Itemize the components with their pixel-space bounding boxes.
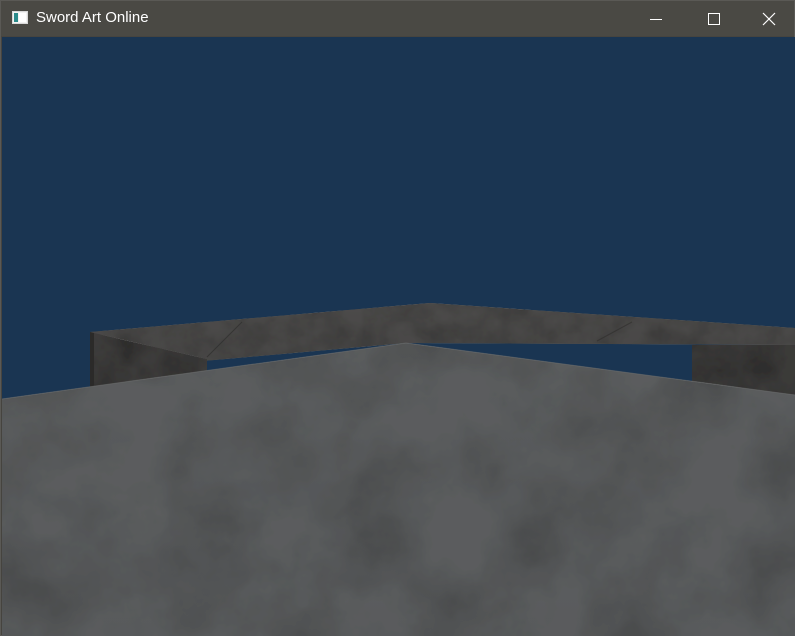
- close-icon: [762, 12, 775, 25]
- window-title: Sword Art Online: [36, 9, 149, 26]
- 3d-scene: [2, 37, 795, 636]
- minimize-button[interactable]: [627, 1, 685, 36]
- maximize-icon: [708, 12, 720, 25]
- application-window-icon: [12, 11, 28, 24]
- minimize-icon: [650, 18, 662, 20]
- maximize-button[interactable]: [685, 1, 743, 36]
- stone-floor-texture: [2, 343, 795, 636]
- title-bar[interactable]: Sword Art Online: [1, 1, 794, 36]
- close-button[interactable]: [743, 1, 794, 36]
- game-viewport[interactable]: [2, 37, 795, 636]
- application-window: Sword Art Online: [0, 0, 795, 636]
- wall-left-face: [90, 332, 94, 390]
